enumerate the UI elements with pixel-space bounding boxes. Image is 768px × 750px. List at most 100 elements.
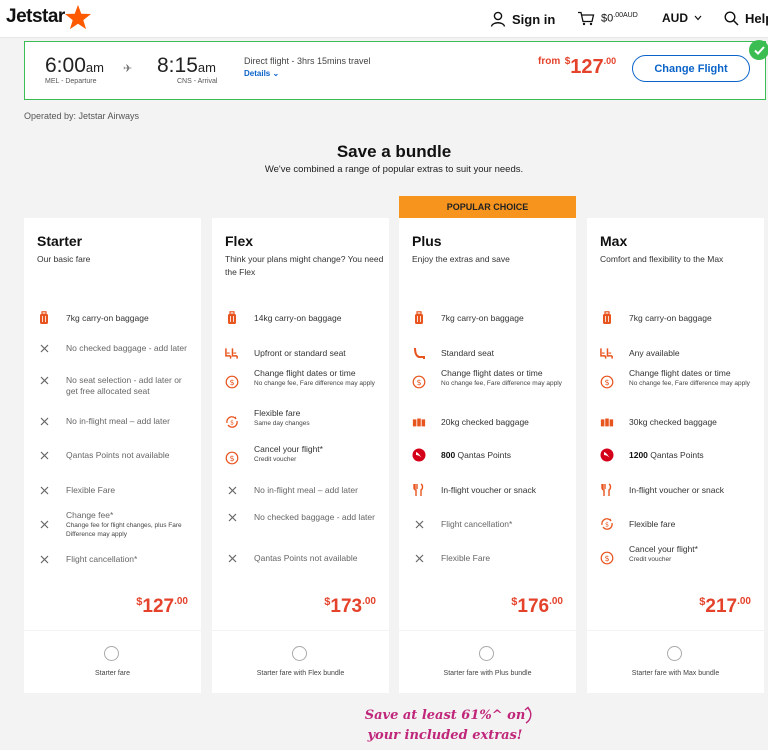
svg-text:$: $ [416, 378, 421, 387]
feature-text: In-flight voucher or snack [441, 485, 569, 496]
points-amount: 1200 [629, 450, 648, 460]
plane-icon: ✈ [123, 63, 133, 75]
fare-description: Enjoy the extras and save [412, 254, 510, 264]
feature-label: In-flight voucher or snack [441, 485, 536, 495]
sign-in-link[interactable]: Sign in [490, 11, 555, 27]
fare-select-label: Starter fare [94, 670, 130, 677]
cross-icon [37, 517, 51, 531]
feature-text: Cancel your flight* Credit voucher [254, 444, 382, 464]
cross-icon [37, 373, 51, 387]
fare-card-starter[interactable]: Starter Our basic fare 7kg carry-on bagg… [24, 218, 201, 630]
cross-icon [412, 551, 426, 565]
cross-icon [37, 552, 51, 566]
feature-text: In-flight voucher or snack [629, 485, 757, 496]
fare-radio[interactable] [667, 646, 682, 661]
details-link[interactable]: Details ⌄ [244, 69, 279, 78]
cross-icon [225, 510, 239, 524]
feature-label: Cancel your flight* [629, 544, 698, 554]
fare-card-flex[interactable]: Flex Think your plans might change? You … [212, 218, 389, 630]
feature-label: Change fee* [66, 510, 114, 520]
fare-select-starter[interactable]: Starter fare [24, 631, 201, 693]
feature-text: Flexible Fare [441, 553, 569, 564]
cart-icon [578, 11, 595, 26]
feature-note: Change fee for flight changes, plus Fare… [66, 522, 182, 538]
curved-arrow-icon [524, 706, 532, 724]
change-flight-button[interactable]: Change Flight [632, 55, 750, 82]
flight-price: from $127.00 [538, 56, 617, 78]
baggage-icon [225, 311, 239, 325]
feature-note: Credit voucher [629, 556, 672, 563]
cart-button[interactable]: $0.00AUD [577, 11, 638, 26]
jetstar-logo[interactable]: Jetstar [6, 6, 65, 28]
fare-radio[interactable] [104, 646, 119, 661]
feature-text: Flexible fare [629, 519, 757, 530]
feature-label: No seat selection - add later or get fre… [66, 375, 182, 396]
fare-name: Flex [225, 233, 254, 249]
chevron-down-icon [694, 15, 702, 21]
search-icon [724, 11, 739, 26]
bundle-subtitle: We've combined a range of popular extras… [264, 164, 524, 175]
feature-text: Cancel your flight* Credit voucher [629, 544, 757, 564]
feature-label: Change flight dates or time [629, 368, 731, 378]
seats-icon [225, 346, 239, 360]
cross-icon [225, 483, 239, 497]
feature-text: No in-flight meal – add later [66, 416, 194, 427]
fare-name: Plus [412, 233, 442, 249]
feature-label: 20kg checked baggage [441, 417, 529, 427]
fare-select-max[interactable]: Starter fare with Max bundle [587, 631, 764, 693]
currency-dropdown[interactable]: AUD [662, 11, 702, 25]
feature-text: 7kg carry-on baggage [629, 313, 757, 324]
fare-name: Starter [37, 233, 83, 249]
flight-duration: Direct flight - 3hrs 15mins travel [244, 56, 371, 66]
feature-text: Change flight dates or time No change fee… [629, 368, 757, 388]
feature-note: Same day changes [254, 420, 310, 427]
cross-icon [37, 483, 51, 497]
feature-text: Flight cancellation* [441, 519, 569, 530]
feature-label: Flight cancellation* [441, 519, 513, 529]
feature-note: No change fee, Fare difference may apply [629, 380, 750, 387]
feature-label: Qantas Points [647, 450, 704, 460]
feature-label: 14kg carry-on baggage [254, 313, 342, 323]
svg-text:$: $ [604, 378, 609, 387]
feature-label: Upfront or standard seat [254, 348, 346, 358]
cart-amount: $0 [601, 12, 614, 25]
baggage-icon [37, 311, 51, 325]
baggage-icon [412, 311, 426, 325]
cart-total: $0.00AUD [601, 12, 638, 25]
feature-text: 14kg carry-on baggage [254, 313, 382, 324]
cross-icon [37, 448, 51, 462]
help-label: Help [745, 11, 768, 26]
cross-icon [225, 551, 239, 565]
feature-text: No in-flight meal – add later [254, 485, 382, 496]
help-link[interactable]: Help [724, 11, 768, 26]
svg-text:$: $ [230, 419, 234, 426]
sign-in-label: Sign in [512, 11, 556, 27]
feature-label: Qantas Points not available [66, 450, 170, 460]
arrival-label: CNS - Arrival [177, 78, 218, 85]
feature-text: 7kg carry-on baggage [66, 313, 194, 324]
fare-select-label: Starter fare with Max bundle [631, 670, 720, 677]
feature-label: Qantas Points not available [254, 553, 358, 563]
feature-text: Qantas Points not available [254, 553, 382, 564]
fare-radio[interactable] [479, 646, 494, 661]
fare-price: $127.00 [136, 596, 188, 617]
fare-radio[interactable] [292, 646, 307, 661]
meal-icon [600, 483, 614, 497]
fare-card-plus[interactable]: Plus Enjoy the extras and save 7kg carry… [399, 218, 576, 630]
feature-text: No seat selection - add later or get fre… [66, 375, 194, 397]
fare-select-label: Starter fare with Flex bundle [256, 670, 345, 677]
feature-text: Any available [629, 348, 757, 359]
fare-card-max[interactable]: Max Comfort and flexibility to the Max 7… [587, 218, 764, 630]
feature-note: Credit voucher [254, 456, 297, 463]
feature-text: 800 Qantas Points [441, 450, 569, 461]
feature-label: No checked baggage - add later [254, 512, 375, 522]
fare-name: Max [600, 233, 628, 249]
feature-label: Cancel your flight* [254, 444, 323, 454]
feature-text: 1200 Qantas Points [629, 450, 757, 461]
feature-text: Flexible Fare [66, 485, 194, 496]
fare-select-flex[interactable]: Starter fare with Flex bundle [212, 631, 389, 693]
svg-text:$: $ [229, 454, 234, 463]
fare-select-label: Starter fare with Plus bundle [443, 670, 532, 677]
departure-time: 6:00am [45, 54, 104, 77]
fare-select-plus[interactable]: Starter fare with Plus bundle [399, 631, 576, 693]
